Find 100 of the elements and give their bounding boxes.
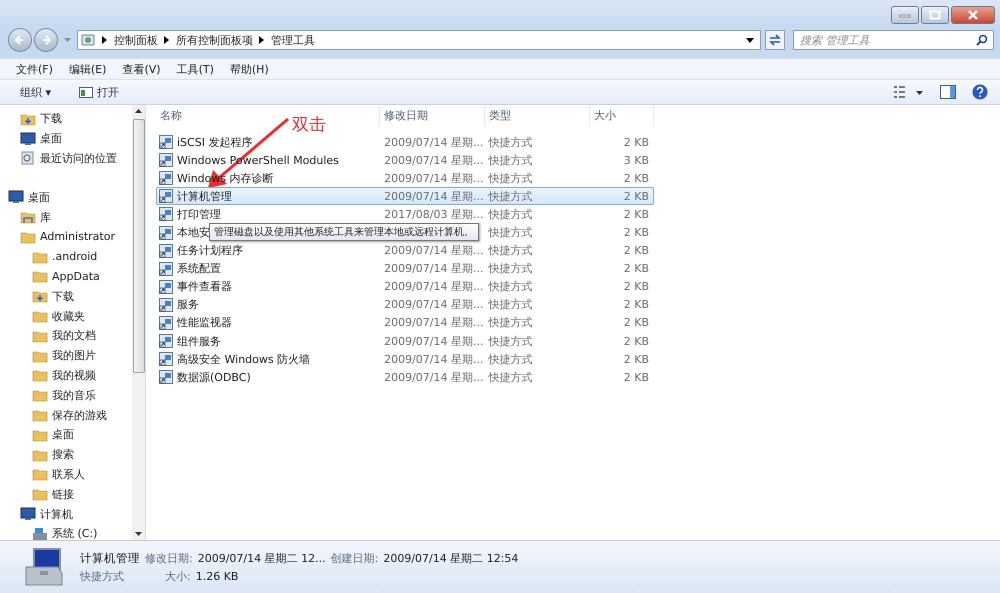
item-name: 计算机管理 [80, 550, 140, 566]
menu-item[interactable]: 编辑(E) [60, 62, 114, 76]
folder-icon [32, 428, 48, 442]
file-row[interactable]: 性能监视器 2009/07/14 星期... 快捷方式 2 KB [156, 314, 654, 332]
file-row[interactable]: 高级安全 Windows 防火墙 2009/07/14 星期... 快捷方式 2 KB [156, 350, 654, 368]
refresh-button[interactable] [765, 30, 785, 50]
shortcut-icon [159, 153, 173, 168]
folder-icon [32, 328, 48, 343]
file-row[interactable]: 计算机管理 2009/07/14 星期... 快捷方式 2 KB [156, 187, 654, 206]
file-row[interactable]: 事件查看器 2009/07/14 星期... 快捷方式 2 KB [156, 278, 654, 296]
drive-icon [32, 526, 48, 540]
folder-icon [32, 467, 48, 482]
back-button[interactable] [8, 28, 32, 52]
monitor-icon [20, 507, 36, 522]
help-icon[interactable] [972, 84, 988, 100]
scroll-down-icon[interactable] [135, 532, 142, 536]
preview-pane-icon[interactable] [940, 85, 956, 99]
folder-icon [32, 269, 48, 284]
nav-item[interactable]: 系统 (C:) [52, 526, 98, 540]
column-header[interactable]: 类型 [489, 109, 511, 122]
close-button[interactable] [951, 6, 995, 24]
file-row[interactable]: 数据源(ODBC) 2009/07/14 星期... 快捷方式 2 KB [156, 368, 654, 386]
scroll-up-icon[interactable] [135, 109, 142, 113]
nav-item[interactable]: 我的视频 [52, 368, 96, 383]
folder-icon [32, 487, 48, 502]
maximize-button[interactable] [921, 6, 949, 24]
nav-item[interactable]: 计算机 [40, 506, 73, 522]
file-row[interactable]: 打印管理 2017/08/03 星期... 快捷方式 2 KB [156, 205, 654, 224]
search-field[interactable]: 搜索 管理工具 [793, 30, 994, 50]
file-row[interactable]: iSCSI 发起程序 2009/07/14 星期... 快捷方式 2 KB [156, 133, 654, 152]
shortcut-icon [159, 207, 173, 222]
nav-item[interactable]: 下载 [40, 111, 62, 126]
file-row[interactable]: 任务计划程序 2009/07/14 星期... 快捷方式 2 KB [156, 242, 654, 260]
menu-item[interactable]: 文件(F) [8, 62, 61, 76]
nav-item[interactable]: 桌面 [28, 190, 50, 205]
file-row[interactable]: 系统配置 2009/07/14 星期... 快捷方式 2 KB [156, 260, 654, 278]
nav-item[interactable]: 桌面 [40, 131, 62, 146]
maximize-icon [929, 10, 941, 20]
view-options-icon[interactable] [894, 85, 924, 99]
column-header[interactable]: 名称 [160, 109, 182, 122]
nav-item[interactable]: 搜索 [52, 447, 74, 462]
breadcrumb[interactable]: 管理工具 [271, 32, 315, 48]
nav-item[interactable]: 桌面 [52, 427, 74, 442]
file-row[interactable]: 服务 2009/07/14 星期... 快捷方式 2 KB [156, 296, 654, 314]
nav-item[interactable]: 收藏夹 [52, 308, 85, 324]
property-label: 大小: [165, 568, 191, 584]
scrollbar[interactable] [132, 105, 145, 540]
folder-icon [20, 112, 36, 126]
chevron-icon [102, 36, 108, 44]
folder-icon [32, 289, 48, 304]
shortcut-icon [159, 370, 173, 384]
minimize-button[interactable] [891, 6, 919, 24]
nav-item[interactable]: 链接 [52, 486, 74, 502]
column-header[interactable]: 大小 [594, 109, 616, 122]
forward-button[interactable] [34, 28, 58, 52]
shortcut-icon [159, 298, 173, 312]
annotation-label: 双击 [292, 114, 326, 136]
nav-item[interactable]: Administrator [40, 230, 115, 244]
folder-icon [32, 368, 48, 382]
search-icon[interactable] [976, 34, 988, 46]
breadcrumb[interactable]: 所有控制面板项 [176, 32, 253, 48]
property-value: 1.26 KB [196, 570, 238, 582]
nav-item[interactable]: 我的图片 [52, 348, 96, 364]
monitor-icon [20, 132, 36, 146]
breadcrumb[interactable]: 控制面板 [114, 32, 158, 48]
shortcut-icon [159, 171, 173, 186]
nav-item[interactable]: 最近访问的位置 [40, 150, 117, 166]
nav-item[interactable]: 库 [40, 210, 51, 225]
file-row[interactable]: 组件服务 2009/07/14 星期... 快捷方式 2 KB [156, 332, 654, 350]
nav-item[interactable]: 联系人 [52, 466, 85, 482]
nav-item[interactable]: 我的文档 [52, 328, 96, 344]
column-header[interactable]: 修改日期 [384, 109, 428, 122]
open-button[interactable]: 打开 [73, 82, 126, 102]
chevron-icon [164, 36, 170, 44]
folder-icon [32, 250, 48, 264]
recent-places-icon [20, 151, 36, 166]
folder-icon [32, 448, 48, 462]
monitor-icon [8, 190, 24, 204]
window-icon [79, 86, 94, 98]
nav-item[interactable]: AppData [52, 270, 100, 283]
nav-item[interactable]: 下载 [52, 288, 74, 304]
folder-icon [32, 388, 48, 402]
nav-item[interactable]: .android [52, 250, 98, 264]
refresh-icon [768, 34, 782, 46]
property-label: 创建日期: [330, 550, 378, 566]
minimize-icon [899, 12, 911, 18]
control-panel-icon [80, 32, 96, 48]
shortcut-icon [159, 244, 173, 258]
menu-item[interactable]: 查看(V) [114, 62, 169, 76]
nav-item[interactable]: 保存的游戏 [52, 408, 107, 423]
nav-item[interactable]: 我的音乐 [52, 388, 96, 403]
organize-button[interactable]: 组织 ▾ [14, 82, 58, 102]
shortcut-icon [159, 352, 173, 366]
shortcut-icon [159, 262, 173, 276]
property-value: 2009/07/14 星期二 12:54 [383, 550, 518, 566]
dropdown-arrow-icon[interactable] [746, 38, 754, 42]
menu-item[interactable]: 工具(T) [168, 62, 222, 76]
address-bar[interactable]: 控制面板 所有控制面板项 管理工具 [77, 30, 761, 50]
folder-icon [32, 408, 48, 422]
menu-item[interactable]: 帮助(H) [222, 62, 277, 76]
